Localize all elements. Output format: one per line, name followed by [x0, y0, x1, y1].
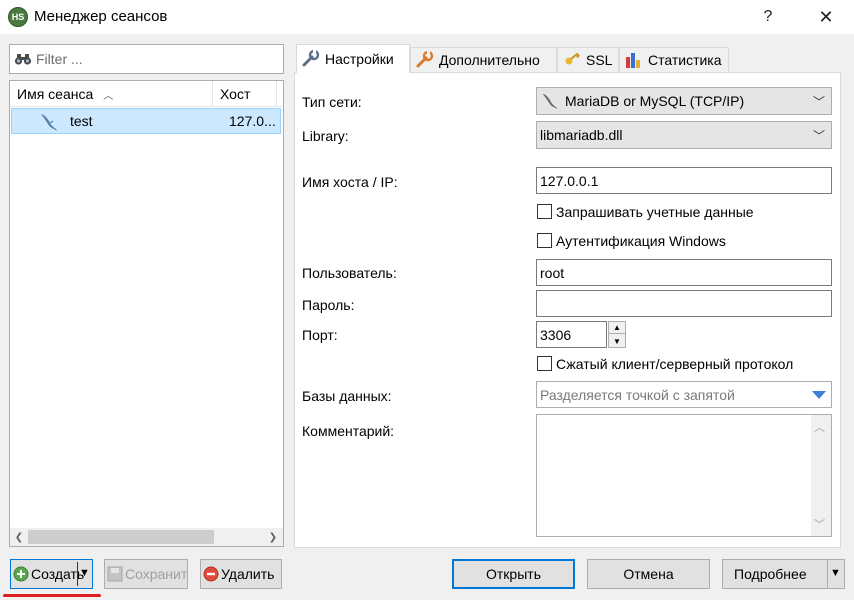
network-type-value: MariaDB or MySQL (TCP/IP)	[565, 93, 745, 109]
column-host-label: Хост	[220, 86, 251, 102]
host-input[interactable]: 127.0.0.1	[536, 167, 832, 194]
session-list[interactable]: Имя сеанса ︿ Хост test 127.0... ❮ ❯	[9, 80, 284, 547]
port-label: Порт:	[302, 327, 338, 343]
help-button[interactable]: ?	[748, 4, 788, 30]
comment-textarea[interactable]: ︿ ﹀	[536, 414, 832, 537]
scroll-right-icon[interactable]: ❯	[266, 530, 280, 544]
delete-circle-icon	[203, 566, 219, 582]
wrench-icon	[302, 50, 320, 67]
filter-input[interactable]	[36, 51, 266, 67]
session-host: 127.0...	[229, 113, 276, 129]
chevron-down-icon: ﹀	[812, 129, 825, 143]
databases-input[interactable]: Разделяется точкой с запятой	[536, 381, 832, 408]
password-input[interactable]	[536, 290, 832, 317]
port-input[interactable]: 3306	[536, 321, 607, 348]
scroll-down-icon[interactable]: ﹀	[814, 516, 825, 532]
spin-up-icon[interactable]: ▲	[609, 322, 625, 334]
delete-button-label: Удалить	[221, 566, 275, 582]
save-button[interactable]: Сохранить	[104, 559, 188, 589]
network-type-select[interactable]: MariaDB or MySQL (TCP/IP) ﹀	[536, 87, 832, 115]
column-session-name[interactable]: Имя сеанса ︿	[10, 81, 213, 107]
dropdown-arrow-icon[interactable]: ▼	[79, 567, 90, 579]
dropdown-arrow-icon[interactable]: ▼	[830, 567, 841, 579]
create-split-divider	[77, 562, 78, 586]
password-label: Пароль:	[302, 297, 355, 313]
library-value: libmariadb.dll	[540, 127, 623, 143]
user-label: Пользователь:	[302, 265, 397, 281]
network-type-label: Тип сети:	[302, 94, 362, 110]
window-title: Менеджер сеансов	[34, 8, 168, 25]
library-select[interactable]: libmariadb.dll ﹀	[536, 121, 832, 149]
tab-settings[interactable]: Настройки	[296, 44, 410, 73]
tab-statistics-label: Статистика	[648, 52, 722, 68]
session-row[interactable]: test 127.0...	[11, 108, 281, 134]
wrench-orange-icon	[416, 51, 434, 68]
user-value: root	[540, 264, 565, 281]
databases-label: Базы данных:	[302, 388, 392, 404]
prompt-credentials-label: Запрашивать учетные данные	[556, 204, 754, 220]
close-button[interactable]: ✕	[806, 4, 846, 30]
tab-ssl-label: SSL	[586, 52, 613, 68]
column-session-name-label: Имя сеанса	[17, 86, 94, 102]
mysql-dolphin-icon	[41, 114, 57, 131]
scroll-left-icon[interactable]: ❮	[12, 530, 26, 544]
binoculars-icon	[14, 54, 32, 65]
more-button[interactable]: Подробнее ▼	[722, 559, 845, 589]
user-input[interactable]: root	[536, 259, 832, 286]
session-name: test	[70, 113, 93, 129]
delete-button[interactable]: Удалить	[200, 559, 282, 589]
scroll-up-icon[interactable]: ︿	[814, 419, 825, 435]
create-button[interactable]: Создать ▼	[10, 559, 93, 589]
spin-down-icon[interactable]: ▼	[609, 335, 625, 347]
highlight-underline	[3, 594, 101, 597]
open-button[interactable]: Открыть	[452, 559, 575, 589]
tab-advanced[interactable]: Дополнительно	[410, 47, 557, 72]
port-spinner[interactable]: ▲ ▼	[608, 321, 626, 348]
tab-advanced-label: Дополнительно	[439, 52, 540, 68]
filter-box[interactable]	[9, 44, 284, 74]
list-header: Имя сеанса ︿ Хост	[10, 81, 283, 107]
dropdown-triangle-icon[interactable]	[811, 390, 827, 400]
databases-placeholder: Разделяется точкой с запятой	[540, 386, 735, 403]
column-host[interactable]: Хост	[213, 81, 277, 107]
key-icon	[565, 52, 580, 65]
compressed-protocol-label: Сжатый клиент/серверный протокол	[556, 356, 794, 372]
prompt-credentials-checkbox[interactable]	[537, 204, 552, 219]
more-button-label: Подробнее	[734, 566, 807, 582]
horizontal-scrollbar[interactable]: ❮ ❯	[10, 528, 283, 546]
host-label: Имя хоста / IP:	[302, 174, 398, 190]
port-value: 3306	[540, 326, 572, 343]
tab-statistics[interactable]: Статистика	[619, 47, 729, 72]
tab-ssl[interactable]: SSL	[557, 47, 619, 72]
bar-chart-icon	[626, 53, 640, 68]
sort-ascending-icon: ︿	[103, 90, 114, 102]
windows-auth-checkbox[interactable]	[537, 233, 552, 248]
chevron-down-icon: ﹀	[812, 95, 825, 109]
tab-settings-label: Настройки	[325, 51, 394, 67]
library-label: Library:	[302, 128, 349, 144]
host-value: 127.0.0.1	[540, 172, 599, 189]
mysql-dolphin-icon	[542, 93, 558, 110]
save-disk-icon	[107, 566, 123, 582]
compressed-protocol-checkbox[interactable]	[537, 356, 552, 371]
more-split-divider	[827, 560, 828, 588]
comment-label: Комментарий:	[302, 423, 395, 439]
add-circle-icon	[13, 566, 29, 582]
scroll-thumb[interactable]	[28, 530, 214, 544]
heidisql-app-icon: HS	[8, 7, 28, 27]
comment-scrollbar[interactable]: ︿ ﹀	[811, 415, 831, 536]
windows-auth-label: Аутентификация Windows	[556, 233, 726, 249]
cancel-button[interactable]: Отмена	[587, 559, 710, 589]
save-button-label: Сохранить	[125, 566, 188, 582]
